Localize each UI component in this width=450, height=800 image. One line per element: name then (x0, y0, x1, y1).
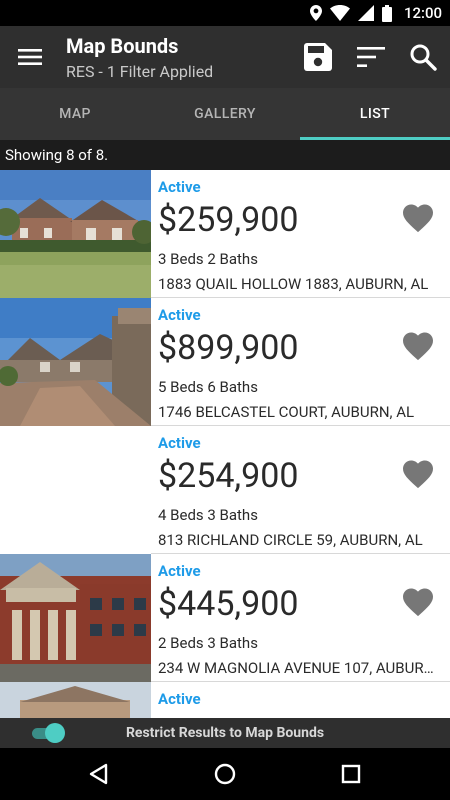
hamburger-icon (18, 49, 42, 65)
listing-price: $259,900 (158, 200, 299, 240)
listing-item[interactable]: Active $259,900 3 Beds 2 Baths 1883 QUAI… (0, 170, 450, 298)
listing-price: $899,900 (158, 328, 299, 368)
listing-address: 1883 QUAIL HOLLOW 1883, AUBURN, AL (158, 275, 429, 293)
listing-beds-baths: 3 Beds 2 Baths (158, 250, 258, 268)
heart-icon (403, 204, 433, 233)
favorite-button[interactable] (400, 456, 436, 492)
listing-photo-placeholder (0, 426, 151, 554)
listing-info: Active $259,900 3 Beds 2 Baths 1883 QUAI… (158, 170, 436, 298)
listing-info: Active $254,900 4 Beds 3 Baths 813 RICHL… (158, 426, 436, 554)
listing-photo (0, 298, 151, 426)
listing-price: $445,900 (158, 584, 299, 624)
screen: 12:00 Map Bounds RES - 1 Filter Applied … (0, 0, 450, 800)
restrict-bar: Restrict Results to Map Bounds (0, 718, 450, 748)
listing-status: Active (158, 434, 201, 452)
view-tabs: MAP GALLERY LIST (0, 88, 450, 140)
listing-status: Active (158, 306, 201, 324)
back-button[interactable] (85, 760, 113, 788)
restrict-label: Restrict Results to Map Bounds (125, 725, 325, 741)
result-count: Showing 8 of 8. (0, 140, 450, 170)
menu-button[interactable] (12, 41, 48, 73)
listing-beds-baths: 4 Beds 3 Baths (158, 506, 258, 524)
location-icon (309, 5, 322, 21)
listing-item[interactable]: Active $899,900 5 Beds 6 Baths 1746 BELC… (0, 298, 450, 426)
page-title: Map Bounds (66, 34, 179, 58)
signal-icon (357, 5, 374, 21)
listing-address: 1746 BELCASTEL COURT, AUBURN, AL (158, 403, 415, 421)
filter-summary: RES - 1 Filter Applied (66, 62, 214, 81)
wifi-icon (329, 5, 350, 21)
save-icon (304, 43, 332, 71)
listing-address: 813 RICHLAND CIRCLE 59, AUBURN, AL (158, 531, 423, 549)
favorite-button[interactable] (400, 584, 436, 620)
listing-photo (0, 554, 151, 682)
battery-icon (381, 4, 392, 22)
back-icon (89, 763, 108, 785)
heart-icon (403, 588, 433, 617)
save-search-button[interactable] (301, 40, 335, 74)
recents-button[interactable] (337, 760, 365, 788)
listing-status: Active (158, 562, 201, 580)
tab-list[interactable]: LIST (300, 88, 450, 140)
system-nav-bar (0, 748, 450, 800)
listing-item[interactable]: Active $254,900 4 Beds 3 Baths 813 RICHL… (0, 426, 450, 554)
listing-item[interactable]: Active (0, 682, 450, 718)
listing-status: Active (158, 690, 201, 708)
clock: 12:00 (403, 4, 442, 22)
favorite-button[interactable] (400, 328, 436, 364)
listing-beds-baths: 2 Beds 3 Baths (158, 634, 258, 652)
listing-info: Active (158, 682, 436, 718)
listing-beds-baths: 5 Beds 6 Baths (158, 378, 258, 396)
sort-icon (357, 47, 385, 67)
app-toolbar: Map Bounds RES - 1 Filter Applied (0, 26, 450, 88)
listing-item[interactable]: Active $445,900 2 Beds 3 Baths 234 W MAG… (0, 554, 450, 682)
status-bar: 12:00 (0, 0, 450, 26)
home-button[interactable] (211, 760, 239, 788)
listing-price: $254,900 (158, 456, 299, 496)
listing-info: Active $445,900 2 Beds 3 Baths 234 W MAG… (158, 554, 436, 682)
heart-icon (403, 332, 433, 361)
listing-info: Active $899,900 5 Beds 6 Baths 1746 BELC… (158, 298, 436, 426)
listing-photo (0, 682, 151, 718)
search-icon (410, 44, 437, 71)
listing-status: Active (158, 178, 201, 196)
favorite-button[interactable] (400, 200, 436, 236)
search-button[interactable] (406, 40, 440, 74)
tab-gallery[interactable]: GALLERY (150, 88, 300, 140)
recents-icon (341, 764, 361, 784)
heart-icon (403, 460, 433, 489)
toolbar-titles: Map Bounds RES - 1 Filter Applied (66, 34, 213, 83)
sort-button[interactable] (354, 40, 388, 74)
tab-map[interactable]: MAP (0, 88, 150, 140)
listing-photo (0, 170, 151, 298)
home-icon (214, 763, 236, 785)
listing-address: 234 W MAGNOLIA AVENUE 107, AUBURN, AL (158, 659, 436, 677)
listing-list[interactable]: Active $259,900 3 Beds 2 Baths 1883 QUAI… (0, 170, 450, 718)
